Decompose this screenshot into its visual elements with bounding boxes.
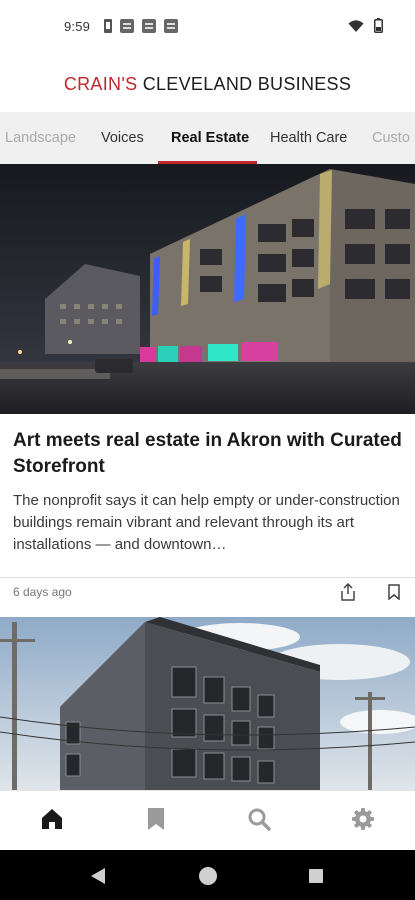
status-time: 9:59: [64, 19, 91, 34]
system-back-button[interactable]: [87, 865, 109, 887]
share-button[interactable]: [337, 581, 359, 603]
news-notification-icon: [120, 19, 134, 33]
storefront-building-photo: [0, 164, 415, 414]
bookmark-outline-icon: [388, 584, 400, 600]
second-article-image[interactable]: [0, 617, 415, 790]
status-bar: 9:59: [0, 0, 415, 56]
bookmark-icon: [148, 808, 164, 830]
tab-landscape[interactable]: Landscape: [5, 112, 76, 164]
home-icon: [42, 809, 62, 829]
sim-card-icon: [104, 19, 112, 33]
article-title[interactable]: Art meets real estate in Akron with Cura…: [13, 428, 403, 480]
home-circle-icon: [199, 867, 217, 885]
bookmark-article-button[interactable]: [383, 581, 405, 603]
category-tabs: Landscape Voices Real Estate Health Care…: [0, 112, 415, 164]
office-building-photo: [0, 617, 415, 790]
gear-icon: [352, 808, 374, 830]
tab-custom[interactable]: Custo: [372, 112, 410, 164]
brand-logo: CRAIN'S CLEVELAND BUSINESS: [64, 74, 351, 95]
nav-search-button[interactable]: [237, 799, 281, 839]
status-system-icons: [348, 18, 383, 33]
nav-home-button[interactable]: [30, 799, 74, 839]
tab-health-care[interactable]: Health Care: [270, 112, 347, 164]
tab-voices[interactable]: Voices: [101, 112, 144, 164]
bottom-navigation: [0, 790, 415, 850]
battery-icon: [374, 18, 383, 33]
brand-logo-crains: CRAIN'S: [63, 73, 138, 94]
news-notification-icon: [164, 19, 178, 33]
system-home-button[interactable]: [197, 865, 219, 887]
share-icon: [341, 583, 355, 601]
nav-saved-button[interactable]: [134, 799, 178, 839]
article-hero-image[interactable]: [0, 164, 415, 414]
search-icon: [248, 808, 271, 831]
article-summary[interactable]: The nonprofit says it can help empty or …: [13, 490, 405, 556]
brand-logo-cleveland-business: CLEVELAND BUSINESS: [142, 73, 352, 94]
news-notification-icon: [142, 19, 156, 33]
tab-real-estate[interactable]: Real Estate: [171, 112, 249, 164]
status-notification-icons: [104, 19, 178, 33]
nav-settings-button[interactable]: [341, 799, 385, 839]
article-divider: [0, 577, 415, 578]
masthead: CRAIN'S CLEVELAND BUSINESS: [0, 56, 415, 112]
system-recents-button[interactable]: [305, 865, 327, 887]
back-triangle-icon: [91, 868, 105, 884]
article-timestamp: 6 days ago: [13, 585, 72, 599]
system-navigation-bar: [0, 850, 415, 900]
recents-square-icon: [309, 869, 323, 883]
wifi-icon: [348, 19, 364, 32]
